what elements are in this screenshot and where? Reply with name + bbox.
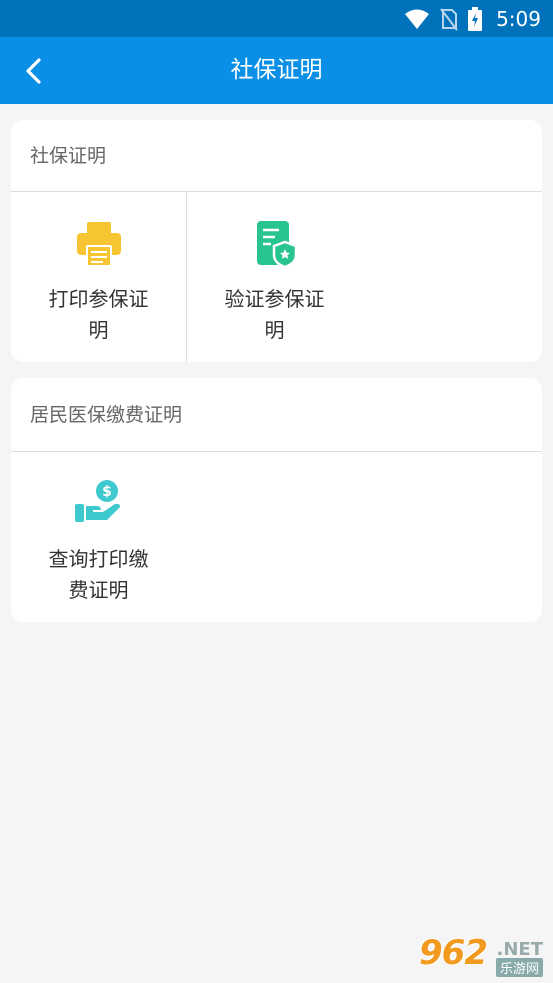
print-insurance-certificate-button[interactable]: 打印参保证明	[11, 192, 186, 362]
app-bar: 社保证明	[0, 37, 553, 104]
tile-label: 打印参保证明	[48, 287, 149, 342]
status-icons: 5:09	[404, 0, 541, 37]
watermark-suffix: .NET	[496, 939, 543, 960]
watermark-number: 962	[419, 933, 488, 973]
no-sim-icon	[440, 7, 458, 31]
query-print-payment-certificate-button[interactable]: $ 查询打印缴费证明	[11, 452, 186, 622]
svg-text:$: $	[102, 484, 112, 500]
chevron-left-icon	[26, 58, 41, 84]
tile-label: 验证参保证明	[224, 287, 325, 342]
wifi-icon	[405, 9, 430, 29]
page-title: 社保证明	[230, 57, 323, 83]
section-title: 居民医保缴费证明	[11, 378, 542, 452]
battery-charging-icon	[468, 6, 483, 31]
section-title: 社保证明	[11, 120, 542, 192]
hand-coin-icon: $	[74, 480, 120, 522]
status-time: 5:09	[496, 6, 541, 31]
printer-icon	[76, 222, 121, 267]
section-grid: 打印参保证明 验证参保证明	[11, 192, 542, 362]
verify-insurance-certificate-button[interactable]: 验证参保证明	[187, 192, 362, 362]
section-grid: $ 查询打印缴费证明	[11, 452, 542, 622]
section-resident-medical-insurance: 居民医保缴费证明 $ 查询打印缴费证明	[11, 378, 542, 622]
watermark-logo: 962 .NET 乐游网	[413, 933, 545, 977]
back-button[interactable]	[14, 51, 54, 91]
watermark-sub: 乐游网	[495, 958, 543, 977]
verified-document-icon	[256, 221, 297, 269]
section-social-security-certificate: 社保证明 打印参保证明 验证参保证明	[11, 120, 542, 362]
tile-label: 查询打印缴费证明	[48, 547, 149, 602]
status-bar: 5:09	[0, 0, 553, 37]
